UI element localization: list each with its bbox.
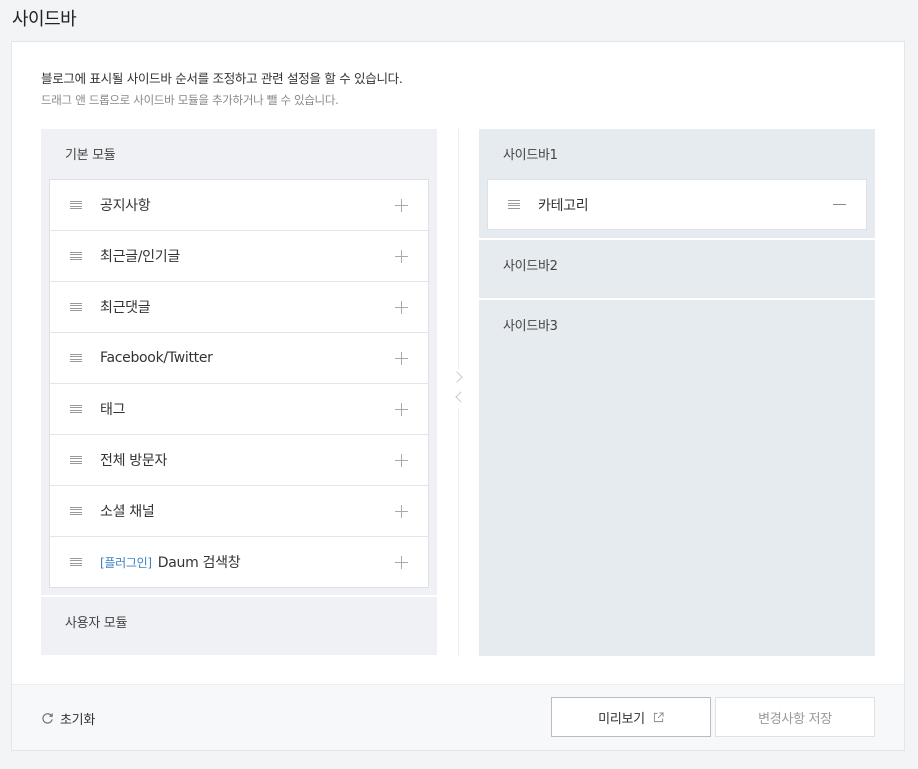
basic-modules-title: 기본 모듈: [65, 148, 116, 163]
module-item-total-visitors[interactable]: 전체 방문자: [50, 435, 428, 486]
chevron-left-icon: [455, 391, 467, 403]
drag-handle-icon[interactable]: [70, 200, 82, 210]
module-label: 카테고리: [538, 197, 589, 214]
module-label: 태그: [100, 402, 126, 418]
save-label: 변경사항 저장: [758, 711, 832, 727]
module-item-social-channel[interactable]: 소셜 채널: [50, 486, 428, 537]
module-label: 전체 방문자: [100, 453, 168, 469]
add-icon[interactable]: [395, 301, 408, 314]
move-arrows: [451, 369, 467, 409]
add-icon[interactable]: [395, 505, 408, 518]
sidebar-slot-title: 사이드바2: [503, 259, 558, 274]
chevron-right-icon: [451, 371, 463, 383]
user-modules-group[interactable]: 사용자 모듈: [41, 597, 437, 655]
page-title: 사이드바: [12, 9, 77, 30]
drag-handle-icon[interactable]: [70, 353, 82, 363]
basic-modules-group: 기본 모듈 공지사항 최근글/인기글 최근댓글 Facebook/Twitter…: [41, 129, 437, 595]
drag-handle-icon[interactable]: [70, 251, 82, 261]
module-column: 기본 모듈 공지사항 최근글/인기글 최근댓글 Facebook/Twitter…: [41, 129, 437, 655]
module-item-recent-popular[interactable]: 최근글/인기글: [50, 231, 428, 282]
add-icon[interactable]: [395, 403, 408, 416]
save-changes-button[interactable]: 변경사항 저장: [715, 697, 875, 737]
sidebar-settings-panel: 블로그에 표시될 사이드바 순서를 조정하고 관련 설정을 할 수 있습니다. …: [11, 41, 905, 751]
module-label: 최근글/인기글: [100, 249, 180, 265]
add-icon[interactable]: [395, 250, 408, 263]
sidebar-item-category[interactable]: 카테고리: [487, 179, 867, 230]
drag-handle-icon[interactable]: [70, 557, 82, 567]
refresh-icon: [42, 713, 53, 724]
module-item-daum-search[interactable]: [플러그인] Daum 검색창: [50, 537, 428, 587]
drag-handle-icon[interactable]: [70, 302, 82, 312]
preview-label: 미리보기: [598, 711, 645, 727]
sidebar-slot-title: 사이드바3: [503, 319, 558, 334]
module-label: 최근댓글: [100, 300, 151, 316]
add-icon[interactable]: [395, 199, 408, 212]
drag-handle-icon[interactable]: [70, 455, 82, 465]
user-modules-title: 사용자 모듈: [65, 616, 128, 631]
external-link-icon: [653, 711, 664, 722]
module-label: Facebook/Twitter: [100, 350, 213, 366]
preview-button[interactable]: 미리보기: [551, 697, 711, 737]
footer-bar: 초기화 미리보기 변경사항 저장: [12, 684, 904, 750]
basic-module-list: 공지사항 최근글/인기글 최근댓글 Facebook/Twitter 태그 전체…: [49, 179, 429, 588]
reset-label: 초기화: [60, 713, 95, 728]
sidebar-column: 사이드바1 카테고리 사이드바2 사이드바3: [479, 129, 875, 656]
module-label: Daum 검색창: [157, 555, 241, 571]
add-icon[interactable]: [395, 556, 408, 569]
drag-handle-icon[interactable]: [70, 506, 82, 516]
drag-handle-icon[interactable]: [70, 404, 82, 414]
description-main: 블로그에 표시될 사이드바 순서를 조정하고 관련 설정을 할 수 있습니다.: [41, 71, 403, 86]
sidebar-slot-title: 사이드바1: [503, 148, 558, 163]
sidebar-slot-2[interactable]: 사이드바2: [479, 240, 875, 298]
plugin-tag: [플러그인]: [100, 555, 152, 570]
description-sub: 드래그 앤 드롭으로 사이드바 모듈을 추가하거나 뺄 수 있습니다.: [41, 93, 339, 107]
add-icon[interactable]: [395, 352, 408, 365]
module-item-facebook-twitter[interactable]: Facebook/Twitter: [50, 333, 428, 384]
sidebar-slot-1[interactable]: 사이드바1 카테고리: [479, 129, 875, 238]
remove-icon[interactable]: [833, 204, 846, 205]
module-item-tag[interactable]: 태그: [50, 384, 428, 435]
module-label: 소셜 채널: [100, 504, 155, 520]
reset-button[interactable]: 초기화: [41, 709, 95, 728]
module-item-notice[interactable]: 공지사항: [50, 180, 428, 231]
module-item-recent-comments[interactable]: 최근댓글: [50, 282, 428, 333]
drag-handle-icon[interactable]: [508, 200, 520, 209]
module-label: 공지사항: [100, 198, 151, 214]
sidebar-slot-3[interactable]: 사이드바3: [479, 300, 875, 656]
add-icon[interactable]: [395, 454, 408, 467]
